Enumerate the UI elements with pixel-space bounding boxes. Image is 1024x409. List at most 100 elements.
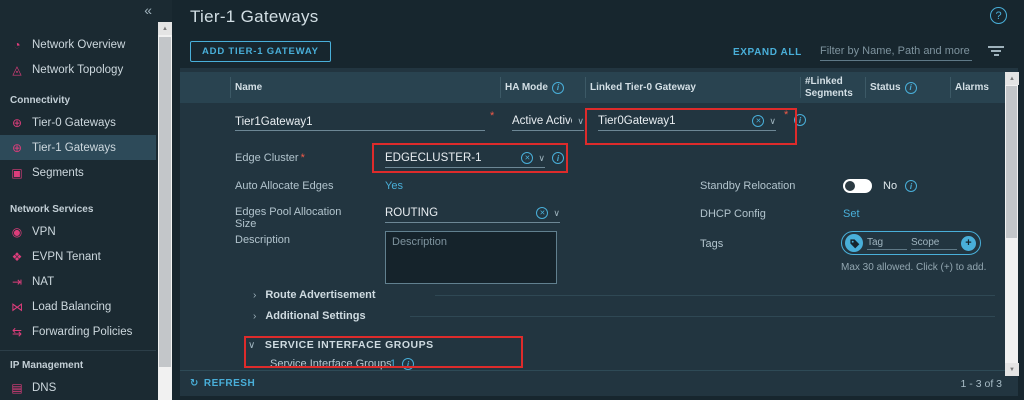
tags-label: Tags bbox=[700, 238, 723, 250]
linked-tier0-select[interactable]: Tier0Gateway1 ✕ ∨ bbox=[598, 112, 776, 131]
clear-icon[interactable]: ✕ bbox=[536, 207, 548, 219]
vpn-icon: ◉ bbox=[10, 225, 24, 239]
chevron-down-icon: ∨ bbox=[248, 340, 256, 351]
table-footer: ↻ REFRESH 1 - 3 of 3 bbox=[180, 370, 1018, 396]
column-header-linked-tier0: Linked Tier-0 Gateway bbox=[590, 72, 795, 103]
sidebar-item-label: Forwarding Policies bbox=[32, 326, 132, 338]
column-label: Name bbox=[235, 82, 262, 94]
sidebar-item-label: Network Overview bbox=[32, 39, 125, 51]
service-interface-groups-section[interactable]: ∨ SERVICE INTERFACE GROUPS bbox=[248, 339, 434, 351]
sidebar-section-connectivity: Connectivity bbox=[0, 90, 156, 110]
description-textarea[interactable] bbox=[385, 231, 557, 284]
sidebar-item-network-overview[interactable]: ◔ Network Overview bbox=[0, 32, 156, 57]
sidebar-item-evpn-tenant[interactable]: ❖ EVPN Tenant bbox=[0, 244, 156, 269]
edges-pool-allocation-value: ROUTING bbox=[385, 207, 531, 219]
additional-settings-section[interactable]: › Additional Settings bbox=[253, 310, 366, 322]
sidebar-scrollbar-thumb[interactable] bbox=[159, 37, 171, 367]
sidebar-item-tier1-gateways[interactable]: ⊕ Tier-1 Gateways bbox=[0, 135, 156, 160]
refresh-button[interactable]: ↻ REFRESH bbox=[190, 378, 255, 389]
gateway-name-input[interactable] bbox=[235, 113, 485, 131]
section-divider bbox=[435, 295, 995, 296]
chevron-down-icon[interactable]: ∨ bbox=[553, 208, 560, 219]
main-panel: Tier-1 Gateways ? ADD TIER-1 GATEWAY EXP… bbox=[172, 0, 1024, 400]
info-icon[interactable]: i bbox=[552, 82, 564, 94]
standby-relocation-value: No bbox=[883, 180, 897, 192]
dhcp-config-set-link[interactable]: Set bbox=[843, 208, 860, 220]
edges-pool-allocation-select[interactable]: ROUTING ✕ ∨ bbox=[385, 204, 560, 223]
segments-icon: ▣ bbox=[10, 166, 24, 180]
sidebar-section-network-services: Network Services bbox=[0, 199, 156, 219]
expand-all-button[interactable]: EXPAND ALL bbox=[733, 47, 802, 58]
sidebar-item-segments[interactable]: ▣ Segments bbox=[0, 160, 156, 185]
clear-icon[interactable]: ✕ bbox=[521, 152, 533, 164]
add-tier1-gateway-button[interactable]: ADD TIER-1 GATEWAY bbox=[190, 41, 331, 62]
chevron-right-icon: › bbox=[253, 290, 256, 301]
scroll-down-icon[interactable]: ▼ bbox=[1005, 363, 1019, 376]
scroll-up-icon[interactable]: ▲ bbox=[1005, 72, 1019, 85]
edge-cluster-select[interactable]: EDGECLUSTER-1 ✕ ∨ bbox=[385, 149, 545, 168]
pagination-label: 1 - 3 of 3 bbox=[961, 378, 1002, 390]
scroll-up-icon[interactable]: ▲ bbox=[158, 22, 172, 35]
refresh-label: REFRESH bbox=[204, 378, 255, 389]
sidebar-item-label: NAT bbox=[32, 276, 54, 288]
sidebar-item-dns[interactable]: ▤ DNS bbox=[0, 375, 156, 400]
sidebar-item-forwarding-policies[interactable]: ⇆ Forwarding Policies bbox=[0, 319, 156, 344]
section-label: SERVICE INTERFACE GROUPS bbox=[265, 339, 434, 351]
sidebar-item-label: Load Balancing bbox=[32, 301, 111, 313]
sidebar: « ◔ Network Overview ◬ Network Topology … bbox=[0, 0, 172, 400]
service-interface-groups-count[interactable]: 1 bbox=[390, 358, 396, 370]
info-icon[interactable]: i bbox=[794, 114, 806, 126]
dhcp-config-label: DHCP Config bbox=[700, 208, 766, 220]
clear-icon[interactable]: ✕ bbox=[752, 115, 764, 127]
sidebar-item-nat[interactable]: ⇥ NAT bbox=[0, 269, 156, 294]
scope-input[interactable] bbox=[911, 236, 957, 250]
filter-input[interactable] bbox=[820, 41, 972, 61]
network-overview-icon: ◔ bbox=[10, 38, 24, 52]
sidebar-item-vpn[interactable]: ◉ VPN bbox=[0, 219, 156, 244]
sidebar-item-label: Tier-1 Gateways bbox=[32, 142, 116, 154]
standby-relocation-toggle[interactable] bbox=[843, 179, 872, 193]
info-icon[interactable]: i bbox=[552, 152, 564, 164]
nat-icon: ⇥ bbox=[10, 275, 24, 289]
route-advertisement-section[interactable]: › Route Advertisement bbox=[253, 289, 376, 301]
tag-input[interactable] bbox=[867, 236, 907, 250]
column-header-linked-segments: #Linked Segments bbox=[805, 72, 863, 103]
info-icon[interactable]: i bbox=[905, 180, 917, 192]
table-scrollbar[interactable]: ▲ ▼ bbox=[1005, 72, 1018, 376]
sidebar-scrollbar[interactable]: ▲ bbox=[158, 22, 172, 400]
sidebar-item-label: Tier-0 Gateways bbox=[32, 117, 116, 129]
edges-pool-allocation-label: Edges Pool Allocation Size bbox=[235, 206, 341, 230]
add-tag-icon[interactable]: + bbox=[961, 236, 976, 251]
sidebar-item-load-balancing[interactable]: ⋈ Load Balancing bbox=[0, 294, 156, 319]
description-label: Description bbox=[235, 234, 290, 246]
column-header-status: Status i bbox=[870, 72, 945, 103]
column-label: Alarms bbox=[955, 82, 989, 94]
tier1-gateways-icon: ⊕ bbox=[10, 141, 24, 155]
filter-icon[interactable] bbox=[988, 46, 1004, 58]
auto-allocate-edges-value[interactable]: Yes bbox=[385, 180, 403, 192]
chevron-down-icon[interactable]: ∨ bbox=[538, 153, 545, 164]
sidebar-item-tier0-gateways[interactable]: ⊕ Tier-0 Gateways bbox=[0, 110, 156, 135]
forwarding-policies-icon: ⇆ bbox=[10, 325, 24, 339]
nsx-tier1-gateways-screen: « ◔ Network Overview ◬ Network Topology … bbox=[0, 0, 1024, 409]
help-icon[interactable]: ? bbox=[990, 7, 1007, 24]
column-header-name: Name bbox=[235, 72, 495, 103]
load-balancing-icon: ⋈ bbox=[10, 300, 24, 314]
sidebar-divider bbox=[0, 350, 156, 351]
sidebar-item-network-topology[interactable]: ◬ Network Topology bbox=[0, 57, 156, 82]
column-label: #Linked Segments bbox=[805, 76, 863, 99]
column-header-ha-mode: HA Mode i bbox=[505, 72, 583, 103]
table-scrollbar-thumb[interactable] bbox=[1006, 86, 1017, 238]
gateways-table: Name HA Mode i Linked Tier-0 Gateway #Li… bbox=[180, 68, 1018, 396]
chevron-down-icon[interactable]: ∨ bbox=[769, 116, 776, 127]
sidebar-item-label: VPN bbox=[32, 226, 56, 238]
ha-mode-select[interactable]: Active Active ∨ bbox=[512, 112, 584, 131]
info-icon[interactable]: i bbox=[402, 358, 414, 370]
dns-icon: ▤ bbox=[10, 381, 24, 395]
linked-tier0-value: Tier0Gateway1 bbox=[598, 115, 747, 127]
sidebar-item-label: Network Topology bbox=[32, 64, 123, 76]
column-label: HA Mode bbox=[505, 82, 548, 94]
chevron-down-icon[interactable]: ∨ bbox=[577, 116, 584, 127]
info-icon[interactable]: i bbox=[905, 82, 917, 94]
tag-icon bbox=[845, 234, 863, 252]
